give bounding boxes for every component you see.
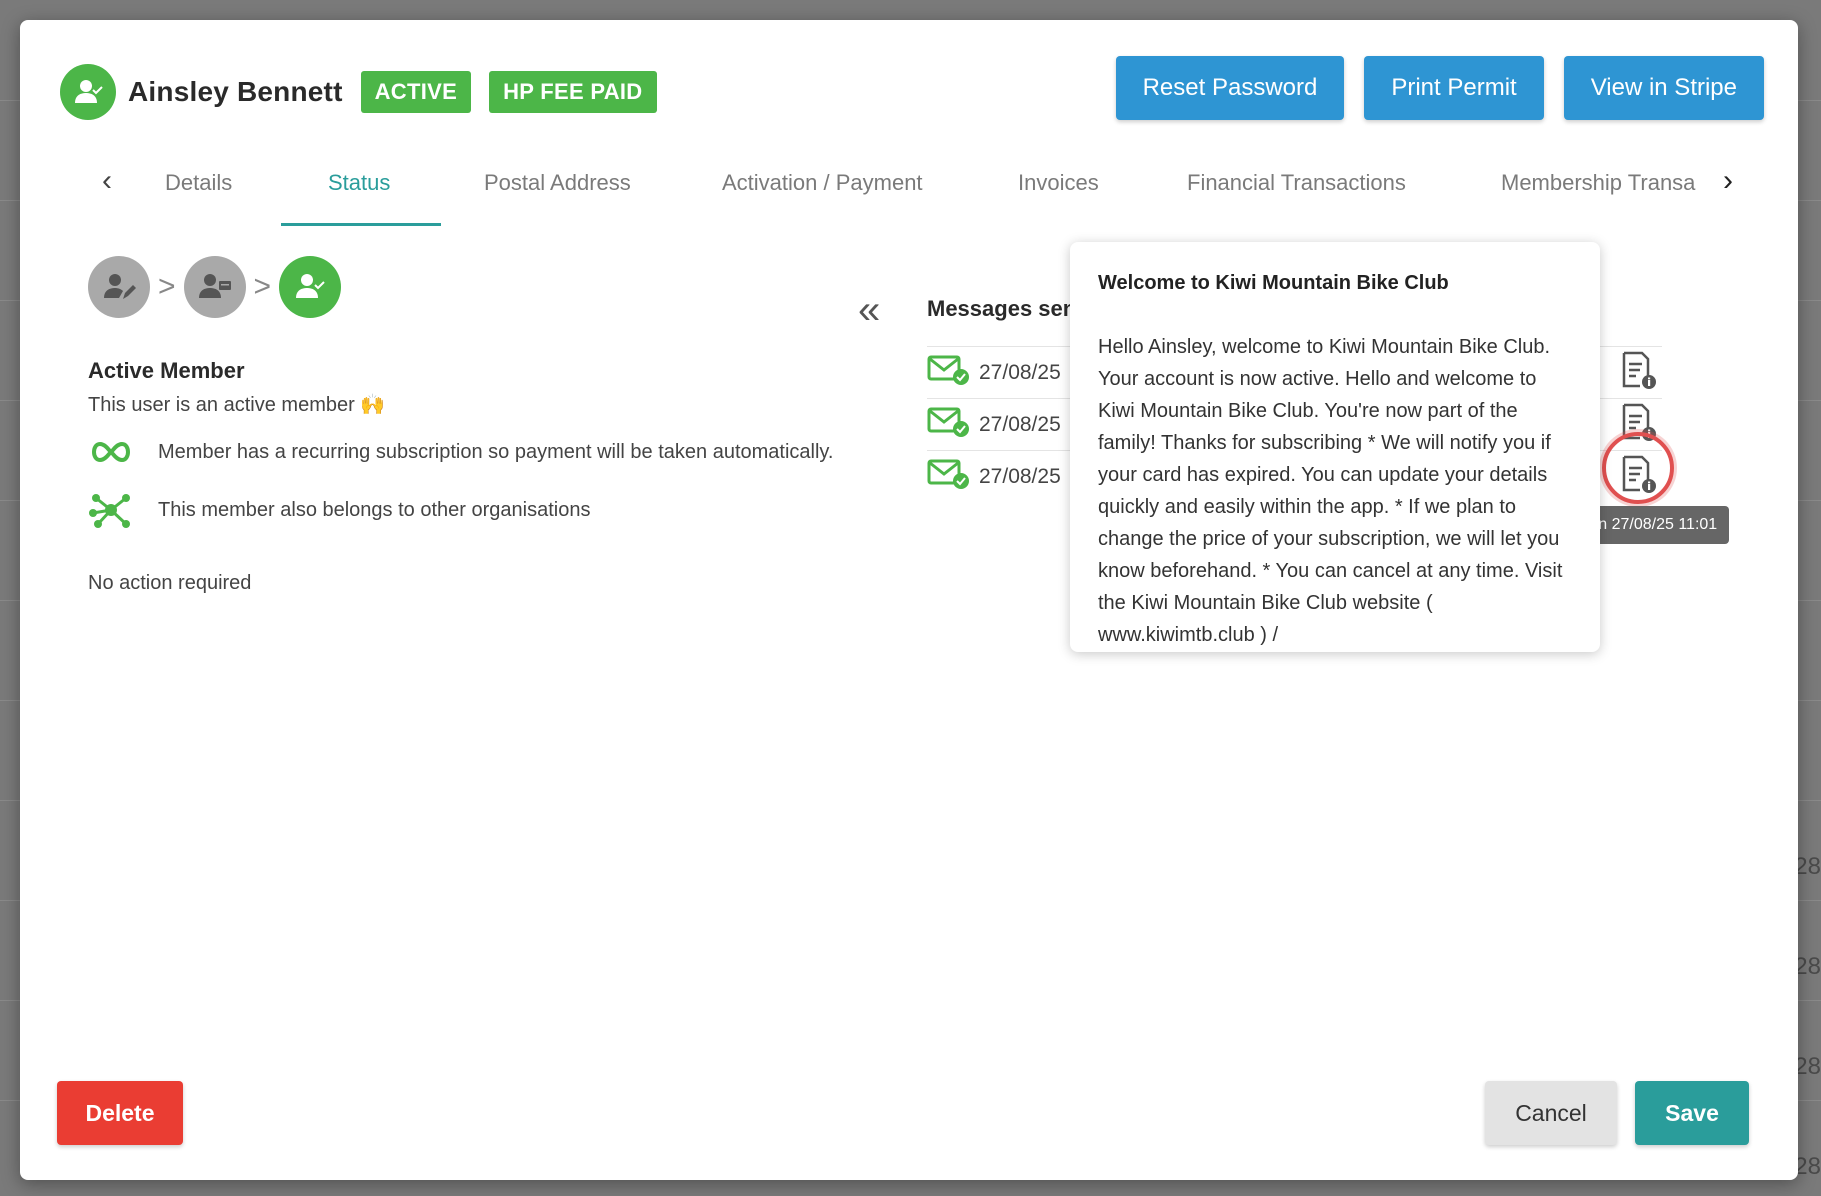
active-tab-indicator: [281, 223, 441, 226]
tab-invoices[interactable]: Invoices: [1018, 170, 1099, 196]
user-check-icon: [279, 256, 342, 318]
tab-activation-payment[interactable]: Activation / Payment: [722, 170, 923, 196]
delete-button[interactable]: Delete: [57, 1081, 183, 1145]
email-sent-icon: [927, 458, 971, 495]
chevron-right-icon[interactable]: ›: [1713, 164, 1743, 198]
other-organisations-text: This member also belongs to other organi…: [158, 498, 591, 521]
status-title: Active Member: [88, 358, 245, 383]
member-modal: Ainsley Bennett ACTIVE HP FEE PAID Reset…: [20, 20, 1798, 1180]
status-badge-active: ACTIVE: [360, 71, 472, 113]
messages-title: Messages sent: [927, 296, 1084, 321]
modal-header: Ainsley Bennett ACTIVE HP FEE PAID: [60, 62, 657, 122]
recurring-subscription-text: Member has a recurring subscription so p…: [158, 440, 834, 463]
message-details-icon[interactable]: [1618, 350, 1658, 395]
user-edit-icon: [88, 256, 150, 318]
tab-details[interactable]: Details: [165, 170, 232, 196]
tab-postal-address[interactable]: Postal Address: [484, 170, 631, 196]
status-badge-hp-fee-paid: HP FEE PAID: [489, 71, 657, 113]
popup-body: Hello Ainsley, welcome to Kiwi Mountain …: [1098, 336, 1563, 646]
tab-status[interactable]: Status: [328, 170, 390, 196]
background-number: 28: [1794, 1153, 1821, 1180]
user-name: Ainsley Bennett: [128, 76, 343, 107]
save-button[interactable]: Save: [1635, 1081, 1749, 1145]
background-number: 28: [1794, 853, 1821, 880]
message-date: 27/08/25: [979, 412, 1061, 436]
recurring-subscription-info: Member has a recurring subscription so p…: [88, 440, 834, 464]
chevron-left-icon[interactable]: ‹: [92, 164, 122, 198]
message-date: 27/08/25: [979, 360, 1061, 384]
user-card-icon: [183, 256, 246, 318]
step-separator: >: [158, 270, 176, 303]
tab-membership-transactions[interactable]: Membership Transa: [1501, 170, 1701, 196]
background-number: 28: [1794, 1053, 1821, 1080]
click-highlight-ring: [1602, 432, 1674, 504]
message-date: 27/08/25: [979, 464, 1061, 488]
status-steps: > >: [88, 256, 342, 318]
status-subtitle: This user is an active member 🙌: [88, 394, 386, 416]
other-organisations-info: This member also belongs to other organi…: [88, 492, 590, 528]
collapse-double-chevron-icon[interactable]: «: [858, 288, 880, 333]
print-permit-button[interactable]: Print Permit: [1364, 56, 1544, 120]
background-number: 28: [1794, 953, 1821, 980]
email-sent-icon: [927, 406, 971, 443]
step-separator: >: [253, 270, 272, 303]
popup-title: Welcome to Kiwi Mountain Bike Club: [1098, 272, 1449, 294]
no-action-text: No action required: [88, 572, 252, 594]
user-check-icon: [60, 64, 116, 120]
cancel-button[interactable]: Cancel: [1485, 1081, 1617, 1145]
reset-password-button[interactable]: Reset Password: [1115, 56, 1345, 120]
message-preview-popup: Welcome to Kiwi Mountain Bike Club Hello…: [1070, 242, 1600, 652]
view-in-stripe-button[interactable]: View in Stripe: [1563, 56, 1764, 120]
header-actions: Reset Password Print Permit View in Stri…: [1115, 56, 1764, 120]
email-sent-icon: [927, 354, 971, 391]
tab-financial-transactions[interactable]: Financial Transactions: [1187, 170, 1406, 196]
infinity-icon: [88, 440, 136, 464]
tab-bar: ‹ Details Status Postal Address Activati…: [60, 150, 1758, 226]
network-icon: [88, 492, 136, 528]
